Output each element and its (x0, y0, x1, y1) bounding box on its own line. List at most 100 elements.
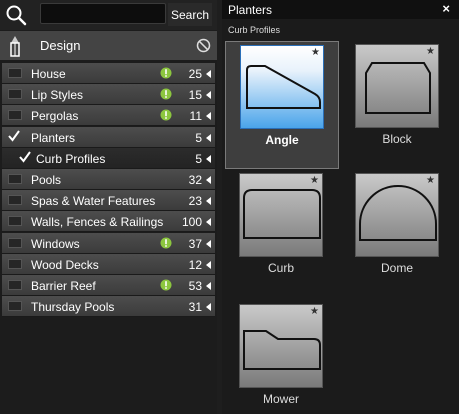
category-count: 25 (188, 67, 202, 81)
tile-thumbnail: ★ (239, 173, 323, 257)
category-count: 12 (188, 257, 202, 272)
category-label: Thursday Pools (31, 300, 115, 315)
tile-label: Mower (262, 392, 299, 406)
block-profile-icon (365, 62, 431, 114)
mower-profile-icon (243, 330, 321, 370)
design-title: Design (40, 38, 81, 53)
category-barrier-reef[interactable]: Barrier Reef 53 (2, 274, 215, 296)
category-thursday-pools[interactable]: Thursday Pools 31 (2, 296, 215, 318)
category-count: 100 (181, 215, 202, 230)
category-label: Walls, Fences & Railings (31, 215, 164, 230)
close-icon[interactable]: × (442, 1, 450, 16)
category-house[interactable]: House 25 (2, 63, 215, 84)
left-arrow-icon[interactable] (206, 112, 211, 121)
category-count: 5 (195, 130, 202, 145)
warning-icon (160, 67, 172, 79)
checkbox[interactable] (8, 89, 22, 100)
category-label: Barrier Reef (31, 278, 96, 293)
category-label: Pergolas (31, 109, 79, 124)
tile-thumbnail: ★ (239, 304, 323, 388)
category-count: 37 (188, 236, 202, 251)
tile-curb[interactable]: ★ Curb (239, 173, 323, 275)
checkbox[interactable] (8, 301, 22, 312)
checkbox[interactable] (8, 279, 22, 290)
search-button[interactable]: Search (168, 3, 212, 26)
star-icon[interactable]: ★ (311, 47, 320, 58)
warning-icon (160, 88, 172, 100)
left-arrow-icon[interactable] (206, 260, 211, 269)
category-list: House 25 Lip Styles 15 Pergolas 11 Plant… (2, 63, 215, 318)
category-pergolas[interactable]: Pergolas 11 (2, 105, 215, 127)
design-header: Design (0, 31, 217, 60)
warning-icon (160, 109, 172, 121)
left-arrow-icon[interactable] (206, 197, 211, 206)
angle-profile-icon (246, 65, 321, 109)
tile-thumbnail: ★ (355, 173, 439, 257)
category-count: 53 (188, 278, 202, 293)
tile-block[interactable]: ★ Block (355, 44, 439, 146)
tile-thumbnail: ★ (355, 44, 439, 128)
category-label: Windows (31, 236, 80, 251)
left-arrow-icon[interactable] (206, 154, 211, 163)
star-icon[interactable]: ★ (310, 175, 319, 186)
pencil-icon (10, 36, 20, 57)
category-count: 31 (188, 300, 202, 315)
subcategory-title: Curb Profiles (228, 25, 281, 35)
tile-label: Block (382, 132, 412, 146)
category-spas-water-features[interactable]: Spas & Water Features 23 (2, 190, 215, 212)
planters-header: Planters × (222, 0, 459, 19)
category-count: 32 (188, 172, 202, 187)
category-planters[interactable]: Planters 5 (2, 126, 215, 148)
left-arrow-icon[interactable] (206, 175, 211, 184)
checkbox[interactable] (8, 68, 22, 78)
search-input[interactable] (40, 3, 166, 24)
checkbox[interactable] (8, 173, 22, 184)
search-icon[interactable] (5, 4, 27, 26)
left-arrow-icon[interactable] (206, 70, 211, 78)
checkbox[interactable] (8, 216, 22, 227)
star-icon[interactable]: ★ (426, 175, 435, 186)
category-label: Pools (31, 172, 62, 187)
tile-label: Angle (265, 133, 299, 147)
category-count: 5 (195, 151, 202, 166)
category-label: Wood Decks (31, 257, 99, 272)
checkbox[interactable] (8, 110, 22, 121)
planters-title: Planters (228, 3, 273, 17)
left-panel: Search Design House 25 Lip Styles 15 Per… (0, 0, 217, 414)
tile-dome[interactable]: ★ Dome (355, 173, 439, 275)
checkmark-icon[interactable] (18, 150, 32, 164)
category-label: Spas & Water Features (31, 194, 156, 209)
category-walls-fences-railings[interactable]: Walls, Fences & Railings 100 (2, 211, 215, 233)
tile-angle[interactable]: ★ Angle (225, 41, 339, 169)
planters-panel: Planters × Curb Profiles ★ Angle ★ Block… (222, 0, 459, 414)
category-pools[interactable]: Pools 32 (2, 168, 215, 190)
clear-icon[interactable] (196, 38, 211, 53)
checkbox[interactable] (8, 195, 22, 206)
category-windows[interactable]: Windows 37 (2, 232, 215, 254)
tile-label: Curb (267, 261, 294, 275)
left-arrow-icon[interactable] (206, 281, 211, 290)
tile-thumbnail: ★ (240, 45, 324, 129)
category-curb-profiles[interactable]: Curb Profiles 5 (2, 147, 215, 169)
curb-profile-icon (243, 189, 321, 239)
left-arrow-icon[interactable] (206, 239, 211, 248)
left-arrow-icon[interactable] (206, 218, 211, 227)
left-arrow-icon[interactable] (206, 303, 211, 312)
category-label: Curb Profiles (36, 151, 106, 166)
category-label: Lip Styles (31, 88, 84, 103)
category-label: Planters (31, 130, 76, 145)
left-arrow-icon[interactable] (206, 91, 211, 100)
category-count: 11 (189, 109, 202, 124)
left-arrow-icon[interactable] (206, 133, 211, 142)
star-icon[interactable]: ★ (426, 46, 435, 57)
star-icon[interactable]: ★ (310, 306, 319, 317)
category-label: House (31, 67, 66, 81)
checkbox[interactable] (8, 237, 22, 248)
tile-mower[interactable]: ★ Mower (239, 304, 323, 406)
dome-profile-icon (359, 185, 437, 241)
checkmark-icon[interactable] (7, 129, 21, 143)
category-wood-decks[interactable]: Wood Decks 12 (2, 253, 215, 275)
checkbox[interactable] (8, 258, 22, 269)
category-lip-styles[interactable]: Lip Styles 15 (2, 84, 215, 106)
category-count: 15 (188, 88, 202, 103)
